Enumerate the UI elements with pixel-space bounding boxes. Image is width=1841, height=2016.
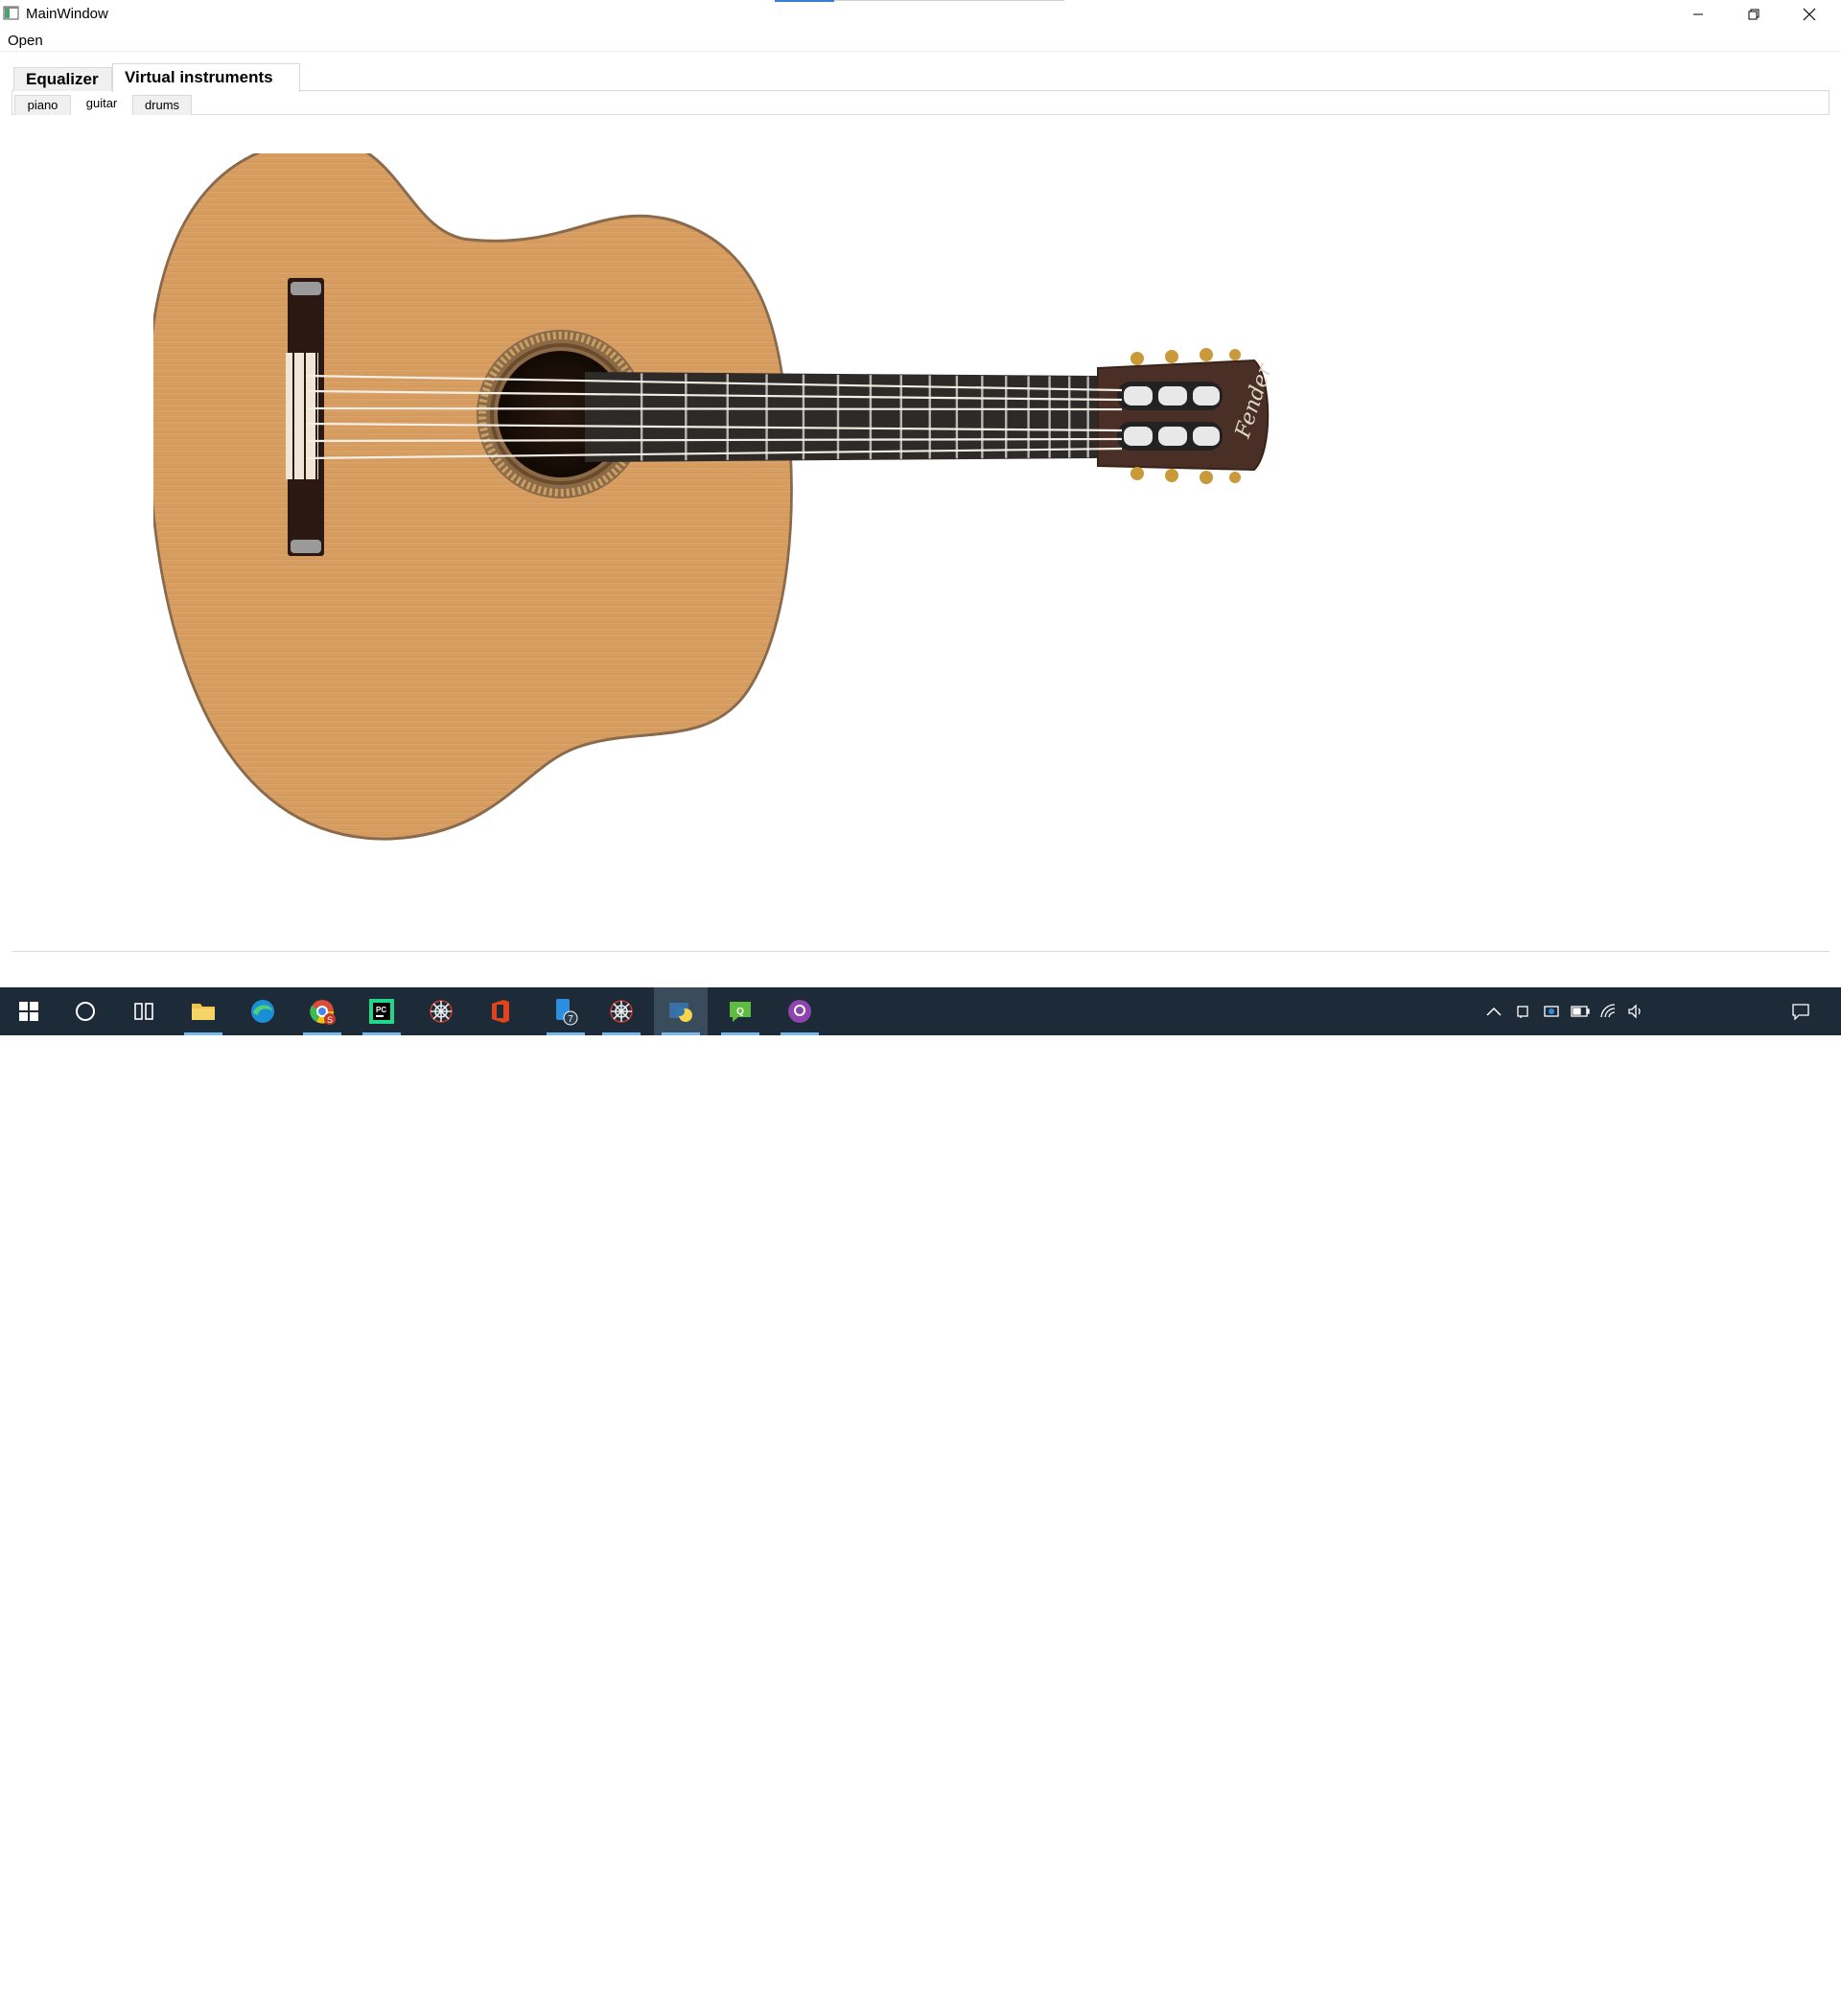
battery-icon xyxy=(1571,1006,1590,1017)
title-accent-line xyxy=(775,0,834,2)
tab-guitar[interactable]: guitar xyxy=(71,93,132,115)
meet-now-icon xyxy=(1544,1006,1559,1017)
tray-device-icon[interactable] xyxy=(1513,1002,1532,1021)
clock-date[interactable]: 3/16/2022 xyxy=(1699,2000,1774,2016)
menu-open[interactable]: Open xyxy=(8,33,43,49)
spider-app-button-2[interactable] xyxy=(594,987,648,1035)
svg-text:PC: PC xyxy=(376,1006,386,1014)
battery-icon-button[interactable] xyxy=(1571,1002,1590,1021)
pycharm-icon: PC xyxy=(369,999,394,1024)
spider-web-icon xyxy=(430,1000,453,1023)
network-icon-button[interactable] xyxy=(1599,1002,1619,1021)
github-icon xyxy=(788,1000,811,1023)
chrome-button[interactable]: S xyxy=(295,987,349,1035)
tab-equalizer[interactable]: Equalizer xyxy=(13,67,112,91)
edge-browser-icon xyxy=(251,1000,274,1023)
close-button[interactable] xyxy=(1782,0,1837,29)
phone-app-button[interactable]: 7 xyxy=(539,987,593,1035)
spider-web-icon xyxy=(610,1000,633,1023)
windows-start-icon xyxy=(19,1002,38,1021)
guitar-headstock: Fender xyxy=(1097,348,1278,484)
svg-text:7: 7 xyxy=(568,1014,573,1025)
app-window-icon xyxy=(3,6,19,20)
python-app-button[interactable] xyxy=(654,987,708,1035)
task-view-icon xyxy=(134,1003,153,1020)
notification-center-button[interactable] xyxy=(1791,1002,1810,1021)
clock-time[interactable]: 10:49 PM xyxy=(1703,1978,1770,1994)
notification-icon xyxy=(1792,1004,1809,1020)
python-app-icon xyxy=(669,1003,692,1022)
windows-taskbar: S PC 7 Q ENG 10:49 PM 3/16/2022 xyxy=(0,987,1841,2016)
task-view-button[interactable] xyxy=(117,987,171,1035)
chat-app-icon: Q xyxy=(730,1002,751,1022)
guitar-bridge xyxy=(286,278,324,556)
pycharm-button[interactable]: PC xyxy=(355,987,408,1035)
show-hidden-icons-button[interactable] xyxy=(1484,1002,1503,1021)
chevron-up-icon xyxy=(1486,1007,1502,1016)
tab-piano[interactable]: piano xyxy=(14,95,71,115)
language-indicator[interactable]: ENG xyxy=(1662,1989,1693,2005)
title-accent-line-2 xyxy=(834,0,1064,1)
wifi-icon xyxy=(1600,1004,1616,1018)
minimize-icon xyxy=(1693,13,1703,15)
search-button[interactable] xyxy=(58,987,112,1035)
tab-virtual-instruments[interactable]: Virtual instruments xyxy=(112,63,300,92)
spider-app-button[interactable] xyxy=(414,987,468,1035)
github-button[interactable] xyxy=(773,987,827,1035)
start-button[interactable] xyxy=(2,987,56,1035)
search-circle-icon xyxy=(76,1002,95,1021)
minimize-button[interactable] xyxy=(1670,0,1726,29)
close-icon xyxy=(1803,8,1816,21)
volume-icon-button[interactable] xyxy=(1626,1002,1645,1021)
edge-button[interactable] xyxy=(236,987,290,1035)
folder-icon xyxy=(192,1004,215,1020)
guitar-body xyxy=(147,138,793,841)
restore-icon xyxy=(1748,9,1759,20)
classical-guitar-image: Fender xyxy=(147,138,1278,841)
office-icon xyxy=(492,1000,509,1023)
chrome-browser-icon: S xyxy=(310,1000,336,1025)
menu-bar: Open xyxy=(0,29,1841,52)
device-icon xyxy=(1517,1006,1528,1018)
title-bar: MainWindow xyxy=(0,0,1841,29)
svg-text:S: S xyxy=(327,1015,333,1025)
tab-drums[interactable]: drums xyxy=(132,95,192,115)
svg-text:Q: Q xyxy=(736,1007,744,1017)
restore-button[interactable] xyxy=(1726,0,1782,29)
phone-app-icon: 7 xyxy=(556,999,578,1026)
window-title: MainWindow xyxy=(26,6,108,22)
file-explorer-button[interactable] xyxy=(176,987,230,1035)
speaker-icon xyxy=(1628,1004,1641,1019)
guitar-instrument[interactable]: Fender xyxy=(147,138,1553,863)
office-button[interactable] xyxy=(474,987,527,1035)
chat-app-button[interactable]: Q xyxy=(713,987,767,1035)
tray-meet-icon[interactable] xyxy=(1542,1002,1561,1021)
